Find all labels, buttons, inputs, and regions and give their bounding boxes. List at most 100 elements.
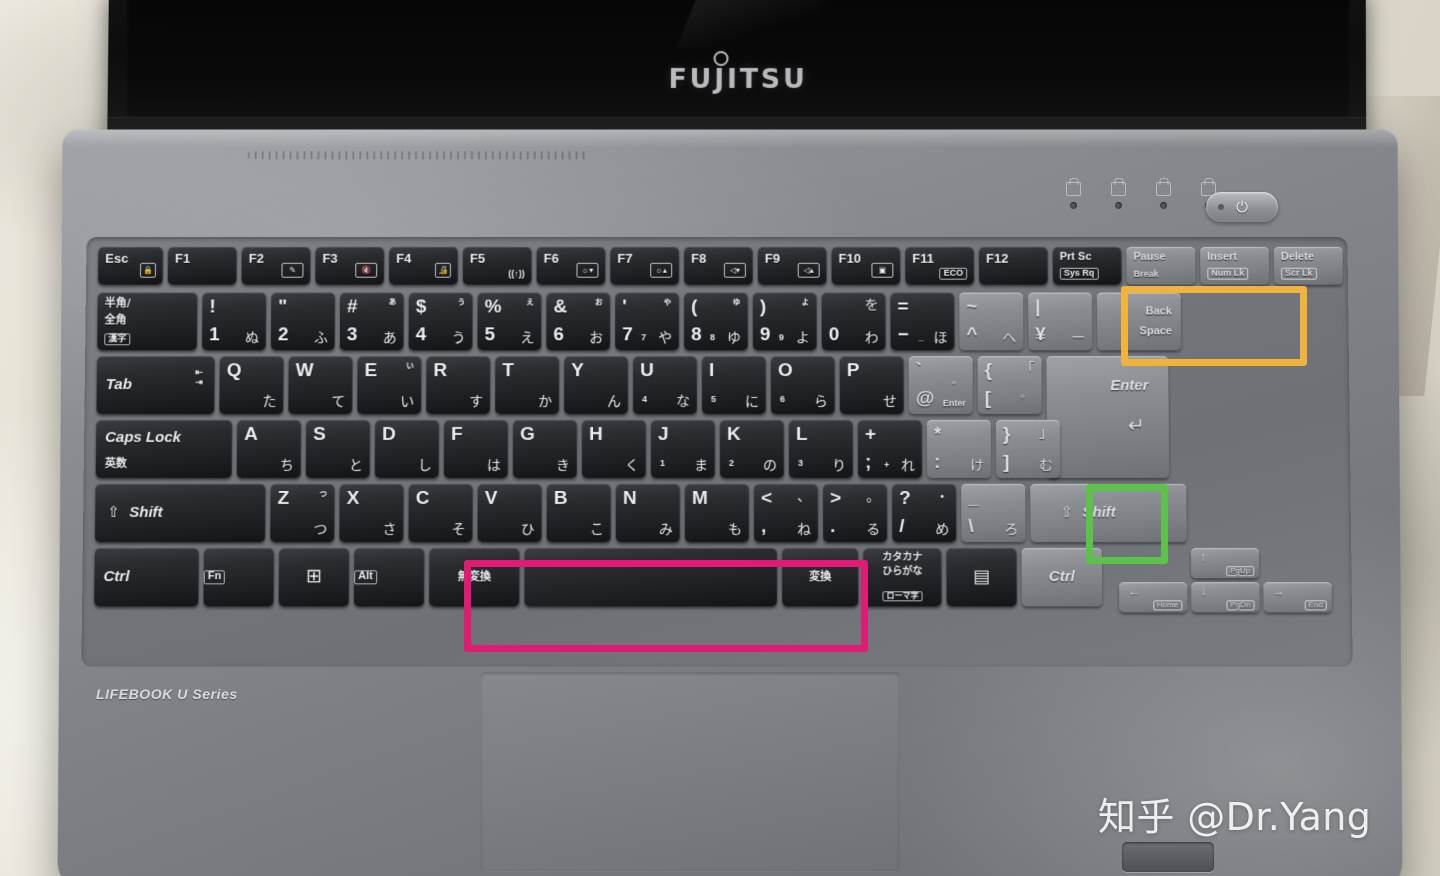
key-minus[interactable]: = − _ ほ <box>890 292 955 351</box>
key-delete[interactable]: Delete Scr Lk <box>1273 246 1343 285</box>
key-bracket-right[interactable]: } 」 ] む <box>995 420 1061 478</box>
key-p[interactable]: P せ <box>839 356 904 415</box>
key-henkan[interactable]: 変換 <box>782 548 859 607</box>
key-comma[interactable]: < 、 , ね <box>754 483 819 543</box>
key-f4[interactable]: F4 🔏 <box>389 246 459 285</box>
key-s[interactable]: S と <box>305 420 371 478</box>
key-l[interactable]: L 3 り <box>788 420 854 478</box>
key-y[interactable]: Y ん <box>564 356 629 415</box>
key-x-main: X <box>346 487 360 510</box>
key-t[interactable]: T か <box>495 356 560 415</box>
key-v[interactable]: V ひ <box>477 483 542 543</box>
key-e[interactable]: E ぃ い <box>357 356 422 415</box>
key-bracket-left[interactable]: { 「 [ ゜ <box>977 356 1042 415</box>
key-d[interactable]: D し <box>374 420 440 478</box>
key-7-numpad: 7 <box>641 332 647 343</box>
key-arrow-left[interactable]: ← Home <box>1119 582 1188 613</box>
key-semicolon[interactable]: + ; + れ <box>857 420 923 478</box>
key-r[interactable]: R す <box>426 356 491 415</box>
key-f1[interactable]: F1 <box>167 246 237 285</box>
key-m[interactable]: M も <box>684 483 750 543</box>
key-g[interactable]: G き <box>512 420 578 478</box>
key-period[interactable]: > 。 . る <box>823 483 888 543</box>
key-esc[interactable]: Esc 🔒 <box>97 246 164 285</box>
key-9[interactable]: ) ょ 9 9 よ <box>752 292 817 351</box>
key-at[interactable]: ` @ ゛ Enter <box>908 356 973 415</box>
key-f3[interactable]: F3 🔇 <box>315 246 385 285</box>
key-n[interactable]: N み <box>615 483 680 543</box>
key-f7[interactable]: F7 ☼▴ <box>610 246 680 285</box>
key-f5[interactable]: F5 ((↑)) <box>462 246 532 285</box>
key-arrow-right[interactable]: → End <box>1263 582 1332 613</box>
key-backspace[interactable]: Back Space <box>1096 292 1182 351</box>
key-enter[interactable]: Enter ↵ <box>1046 356 1170 478</box>
fingerprint-sensor[interactable] <box>1122 842 1214 872</box>
key-print-screen[interactable]: Prt Sc Sys Rq <box>1052 246 1122 285</box>
key-katakana-hiragana[interactable]: カタカナ ひらがな ローマ字 <box>863 548 942 607</box>
key-caret[interactable]: ~ ^ へ <box>959 292 1024 351</box>
keyboard-row-function: Esc 🔒 F1 F2 ✎ F3 🔇 F4 🔏 F5 ((↑)) F6 ☼▾ F… <box>97 246 1343 285</box>
key-arrow-up[interactable]: ↑ PgUp <box>1190 548 1260 579</box>
key-a[interactable]: A ち <box>236 420 302 478</box>
key-7[interactable]: ' ゃ 7 7 や <box>615 292 680 351</box>
key-caps-lock[interactable]: Caps Lock 英数 <box>95 420 233 478</box>
key-slash[interactable]: ? ・ / め <box>892 483 957 543</box>
key-4[interactable]: $ ぅ 4 う <box>408 292 473 351</box>
key-ctrl-left[interactable]: Ctrl <box>94 548 200 607</box>
key-o[interactable]: O 6 ら <box>770 356 835 415</box>
power-button[interactable]: ⏻ <box>1206 192 1278 222</box>
key-8[interactable]: ( ゅ 8 8 ゆ <box>684 292 748 351</box>
key-ctrl-right[interactable]: Ctrl <box>1021 548 1103 607</box>
key-colon-kana: け <box>970 457 985 474</box>
key-j[interactable]: J 1 ま <box>650 420 716 478</box>
key-i[interactable]: I 5 に <box>702 356 766 415</box>
key-yen[interactable]: | ¥ ー <box>1028 292 1093 351</box>
key-menu[interactable]: ▤ <box>946 548 1017 607</box>
key-o-numpad: 6 <box>779 394 785 405</box>
key-alt-left[interactable]: Alt <box>353 548 425 607</box>
key-6[interactable]: & ぉ 6 お <box>546 292 611 351</box>
key-backslash[interactable]: _ \ ろ <box>961 483 1026 543</box>
key-tab[interactable]: Tab ⇤ ⇥ <box>96 356 215 415</box>
key-5[interactable]: % ぇ 5 え <box>477 292 542 351</box>
key-d-kana: し <box>417 457 432 474</box>
key-shift-right[interactable]: Shift ⇧ <box>1030 483 1187 543</box>
key-c[interactable]: C そ <box>408 483 473 543</box>
key-windows[interactable]: ⊞ <box>278 548 350 607</box>
key-f2[interactable]: F2 ✎ <box>241 246 311 285</box>
key-x[interactable]: X さ <box>339 483 404 543</box>
key-f10[interactable]: F10 ▣ <box>831 246 901 285</box>
key-2[interactable]: " 2 ふ <box>270 292 336 351</box>
key-f8[interactable]: F8 ◁▾ <box>684 246 753 285</box>
key-b[interactable]: B こ <box>546 483 611 543</box>
key-1[interactable]: ! 1 ぬ <box>201 292 267 351</box>
key-w[interactable]: W て <box>288 356 353 415</box>
key-h[interactable]: H く <box>581 420 647 478</box>
key-0-main: 0 <box>828 324 840 346</box>
key-hankaku-zenkaku[interactable]: 半角/ 全角 漢字 <box>97 292 198 351</box>
key-0[interactable]: を 0 わ <box>821 292 886 351</box>
key-period-main: . <box>830 515 836 537</box>
key-arrow-down[interactable]: ↓ PgDn <box>1191 582 1260 613</box>
key-f12[interactable]: F12 <box>978 246 1048 285</box>
trackpad[interactable] <box>480 672 900 872</box>
key-fn[interactable]: Fn <box>203 548 275 607</box>
keyboard-deck: Esc 🔒 F1 F2 ✎ F3 🔇 F4 🔏 F5 ((↑)) F6 ☼▾ F… <box>81 237 1353 667</box>
key-f6[interactable]: F6 ☼▾ <box>536 246 606 285</box>
key-z[interactable]: Z っ つ <box>270 483 335 543</box>
key-period-kana2: 。 <box>866 487 881 505</box>
key-colon[interactable]: * : け <box>926 420 992 478</box>
key-insert[interactable]: Insert Num Lk <box>1200 246 1270 285</box>
key-q[interactable]: Q た <box>219 356 284 415</box>
key-f11[interactable]: F11 ECO <box>905 246 975 285</box>
key-pause[interactable]: Pause Break <box>1126 246 1196 285</box>
key-f9[interactable]: F9 ◁▴ <box>757 246 827 285</box>
key-k[interactable]: K 2 の <box>719 420 785 478</box>
lock-icon <box>1066 182 1081 196</box>
key-f[interactable]: F は <box>443 420 509 478</box>
key-muhenkan[interactable]: 無変換 <box>429 548 520 607</box>
key-space[interactable] <box>524 548 778 607</box>
key-shift-left[interactable]: Shift ⇧ <box>94 483 266 543</box>
key-3[interactable]: # ぁ 3 あ <box>339 292 404 351</box>
key-u[interactable]: U 4 な <box>633 356 698 415</box>
